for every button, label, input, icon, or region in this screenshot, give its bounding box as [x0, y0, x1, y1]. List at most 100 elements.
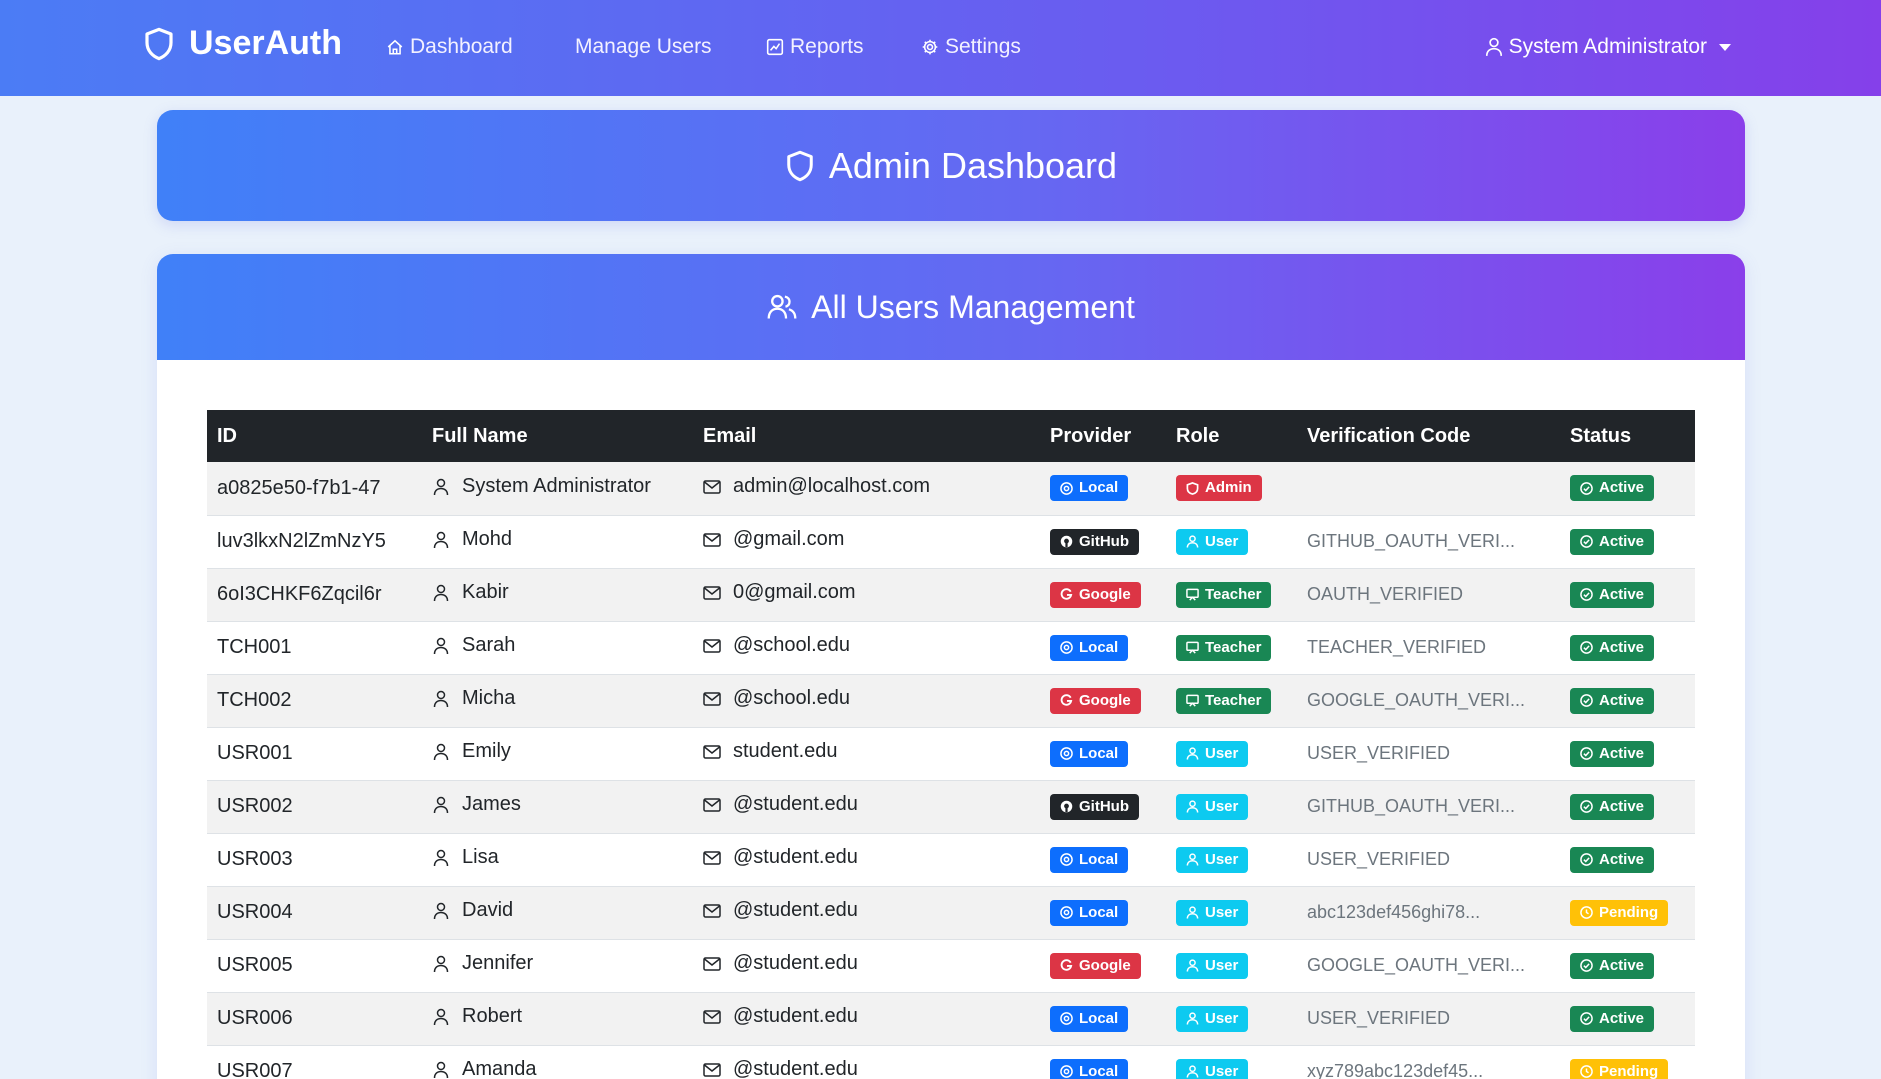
table-row[interactable]: a0825e50-f7b1-47 System Administrator admi…: [207, 462, 1695, 515]
cell-full-name: Lisa: [422, 833, 693, 886]
user-icon: [1186, 959, 1199, 972]
column-header-email[interactable]: Email: [693, 410, 1040, 462]
column-header-verification-code[interactable]: Verification Code: [1297, 410, 1560, 462]
column-header-role[interactable]: Role: [1166, 410, 1297, 462]
table-row[interactable]: TCH002 Micha @school.edu Google Teacher GOOGL…: [207, 674, 1695, 727]
envelope-icon: [703, 1063, 721, 1077]
cell-status: Active: [1560, 621, 1695, 674]
github-icon: [1060, 800, 1073, 813]
role-label: Admin: [1205, 479, 1252, 497]
nav-dashboard[interactable]: Dashboard: [386, 35, 513, 59]
cell-role: Teacher: [1166, 568, 1297, 621]
status-badge: Active: [1570, 687, 1655, 714]
cell-status: Pending: [1560, 1045, 1695, 1079]
status-label: Active: [1599, 638, 1645, 656]
provider-label: Local: [1079, 744, 1119, 762]
user-icon: [1186, 1012, 1199, 1025]
full-name-text: Emily: [462, 740, 511, 763]
column-header-status[interactable]: Status: [1560, 410, 1695, 462]
cell-user-id: TCH002: [217, 689, 292, 711]
table-row[interactable]: USR005 Jennifer @student.edu Google User GOOG…: [207, 939, 1695, 992]
column-header-provider[interactable]: Provider: [1040, 410, 1166, 462]
email-text: @student.edu: [733, 952, 858, 975]
cell-verification-code: OAUTH_VERIFIED: [1307, 584, 1464, 604]
status-badge: Active: [1570, 581, 1655, 608]
provider-badge: Google: [1050, 687, 1141, 714]
cell-status: Active: [1560, 515, 1695, 568]
role-badge: Teacher: [1176, 581, 1272, 608]
full-name-text: Sarah: [462, 634, 516, 657]
cell-verification-code: USER_VERIFIED: [1307, 743, 1451, 763]
nav-manage-users[interactable]: Manage Users: [575, 35, 712, 59]
chart-icon: [766, 38, 784, 56]
table-row[interactable]: 6oI3CHKF6Zqcil6r Kabir 0@gmail.com Google Te…: [207, 568, 1695, 621]
email-text: @student.edu: [733, 1005, 858, 1028]
provider-label: Local: [1079, 850, 1119, 868]
cell-email: @student.edu: [693, 833, 1040, 886]
users-card-header: All Users Management: [157, 254, 1745, 360]
cell-user-id: USR005: [217, 954, 293, 976]
user-icon: [433, 796, 449, 813]
email-text: student.edu: [733, 740, 838, 763]
role-label: User: [1205, 797, 1239, 815]
cell-provider: Google: [1040, 674, 1166, 727]
user-menu-dropdown[interactable]: System Administrator: [1485, 35, 1731, 59]
table-row[interactable]: USR003 Lisa @student.edu Local User USER_VERI…: [207, 833, 1695, 886]
check-circle-icon: [1580, 853, 1593, 866]
at-sign-icon: [1060, 641, 1073, 654]
envelope-icon: [703, 586, 721, 600]
nav-manage-users-label: Manage Users: [575, 35, 712, 58]
at-sign-icon: [1060, 1065, 1073, 1078]
table-row[interactable]: luv3lkxN2lZmNzY5 Mohd @gmail.com GitHub User…: [207, 515, 1695, 568]
role-badge: User: [1176, 1005, 1249, 1032]
nav-dashboard-label: Dashboard: [410, 35, 513, 58]
column-header-full-name[interactable]: Full Name: [422, 410, 693, 462]
cell-status: Active: [1560, 780, 1695, 833]
clock-icon: [1580, 1065, 1593, 1078]
provider-badge: Local: [1050, 1005, 1129, 1032]
table-row[interactable]: USR001 Emily student.edu Local User USER_VERI…: [207, 727, 1695, 780]
nav-reports[interactable]: Reports: [766, 35, 864, 59]
status-label: Active: [1599, 585, 1645, 603]
provider-label: Local: [1079, 1009, 1119, 1027]
status-label: Pending: [1599, 903, 1659, 921]
nav-settings[interactable]: Settings: [921, 35, 1021, 59]
status-label: Pending: [1599, 1062, 1659, 1079]
cell-status: Active: [1560, 462, 1695, 515]
column-header-id[interactable]: ID: [207, 410, 422, 462]
cell-status: Active: [1560, 727, 1695, 780]
check-circle-icon: [1580, 959, 1593, 972]
cell-full-name: Jennifer: [422, 939, 693, 992]
role-badge: User: [1176, 740, 1249, 767]
full-name-text: Kabir: [462, 581, 509, 604]
cell-provider: Local: [1040, 462, 1166, 515]
users-icon: [767, 294, 797, 319]
cell-role: Teacher: [1166, 674, 1297, 727]
brand-logo[interactable]: UserAuth: [143, 24, 342, 63]
full-name-text: James: [462, 793, 521, 816]
email-text: 0@gmail.com: [733, 581, 856, 604]
status-label: Active: [1599, 691, 1645, 709]
status-badge: Active: [1570, 634, 1655, 661]
table-row[interactable]: USR006 Robert @student.edu Local User USER_VE…: [207, 992, 1695, 1045]
cell-status: Active: [1560, 939, 1695, 992]
user-icon: [433, 478, 449, 495]
chalkboard-icon: [1186, 641, 1199, 654]
table-row[interactable]: USR004 David @student.edu Local User abc123de…: [207, 886, 1695, 939]
table-row[interactable]: USR007 Amanda @student.edu Local User xyz789a…: [207, 1045, 1695, 1079]
user-icon: [433, 531, 449, 548]
status-badge: Active: [1570, 846, 1655, 873]
provider-label: Local: [1079, 1062, 1119, 1079]
status-label: Active: [1599, 479, 1645, 497]
table-row[interactable]: TCH001 Sarah @school.edu Local Teacher TEACHE…: [207, 621, 1695, 674]
user-icon: [1485, 37, 1502, 56]
gear-icon: [922, 39, 938, 55]
table-row[interactable]: USR002 James @student.edu GitHub User GITHUB_…: [207, 780, 1695, 833]
role-badge: Teacher: [1176, 687, 1272, 714]
role-label: User: [1205, 850, 1239, 868]
cell-email: @school.edu: [693, 674, 1040, 727]
envelope-icon: [703, 639, 721, 653]
status-badge: Active: [1570, 793, 1655, 820]
check-circle-icon: [1580, 800, 1593, 813]
user-icon: [433, 584, 449, 601]
